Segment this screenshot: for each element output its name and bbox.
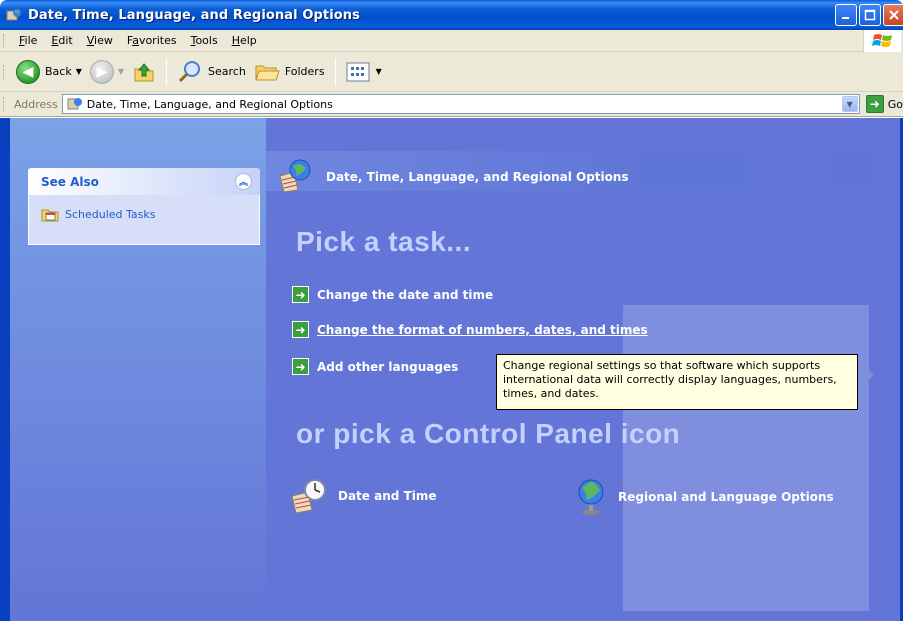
task-arrow-icon: ➜: [292, 321, 309, 338]
task-label: Change the date and time: [317, 287, 494, 302]
menu-file[interactable]: File: [12, 34, 44, 47]
control-panel-icon-regional[interactable]: Regional and Language Options: [574, 478, 834, 516]
address-dropdown-icon[interactable]: ▼: [841, 96, 858, 112]
views-icon: [346, 62, 370, 81]
forward-arrow-icon: ▶: [89, 59, 114, 84]
toolbar-grip[interactable]: [3, 97, 6, 111]
address-input[interactable]: Date, Time, Language, and Regional Optio…: [61, 94, 860, 114]
go-button[interactable]: ➜ Go: [865, 95, 903, 113]
see-also-title: See Also: [41, 174, 99, 189]
task-pane: See Also ︽ Scheduled Tasks: [10, 118, 266, 621]
minimize-button[interactable]: [835, 4, 857, 26]
task-arrow-icon: ➜: [292, 358, 309, 375]
or-pick-heading: or pick a Control Panel icon: [296, 418, 681, 449]
task-change-date-time[interactable]: ➜ Change the date and time: [292, 286, 493, 303]
maximize-button[interactable]: [859, 4, 881, 26]
go-label: Go: [887, 97, 903, 111]
see-also-panel: See Also ︽ Scheduled Tasks: [28, 168, 260, 245]
menu-help[interactable]: Help: [225, 34, 264, 47]
windows-logo-icon: [863, 30, 901, 52]
search-icon: [178, 60, 201, 82]
forward-dropdown-icon[interactable]: ▼: [118, 67, 124, 76]
title-bar[interactable]: Date, Time, Language, and Regional Optio…: [0, 0, 903, 30]
address-value: Date, Time, Language, and Regional Optio…: [86, 97, 333, 111]
back-label: Back: [45, 65, 72, 78]
folders-button[interactable]: Folders: [250, 55, 329, 89]
close-icon: [888, 10, 899, 20]
up-folder-icon: [134, 62, 154, 81]
date-time-icon: [291, 479, 326, 514]
content-area: See Also ︽ Scheduled Tasks Date, Time, L…: [0, 118, 903, 621]
window-border-left: [0, 118, 10, 621]
menu-tools[interactable]: Tools: [184, 34, 225, 47]
close-button[interactable]: [883, 4, 903, 26]
folders-icon: [255, 65, 280, 80]
see-also-link-label: Scheduled Tasks: [65, 207, 156, 221]
menu-view[interactable]: View: [80, 34, 120, 47]
task-label: Add other languages: [317, 359, 459, 374]
maximize-icon: [864, 9, 876, 21]
toolbar-grip[interactable]: [3, 64, 6, 79]
menu-favorites[interactable]: Favorites: [120, 34, 184, 47]
toolbar-grip[interactable]: [3, 33, 6, 48]
up-button[interactable]: [128, 55, 160, 89]
category-icon: [279, 159, 311, 193]
folders-label: Folders: [284, 65, 325, 78]
back-dropdown-icon[interactable]: ▼: [76, 67, 82, 76]
views-button[interactable]: ▼: [342, 55, 386, 89]
search-label: Search: [208, 65, 246, 78]
collapse-chevron-icon[interactable]: ︽: [235, 173, 252, 190]
globe-icon: [578, 479, 604, 515]
task-change-format[interactable]: ➜ Change the format of numbers, dates, a…: [292, 321, 648, 338]
menu-edit[interactable]: Edit: [44, 34, 79, 47]
address-label: Address: [13, 97, 58, 111]
menu-bar: File Edit View Favorites Tools Help: [0, 30, 903, 52]
back-arrow-icon: ◀: [16, 59, 40, 84]
pick-task-heading: Pick a task...: [296, 226, 472, 257]
control-panel-icon-label: Regional and Language Options: [618, 490, 834, 504]
task-arrow-icon: ➜: [292, 286, 309, 303]
window-title: Date, Time, Language, and Regional Optio…: [28, 7, 360, 23]
back-button[interactable]: ◀ Back ▼: [12, 55, 86, 89]
views-dropdown-icon[interactable]: ▼: [376, 67, 382, 76]
see-also-header[interactable]: See Also ︽: [28, 168, 260, 195]
window-icon: [6, 9, 21, 21]
see-also-link-scheduled-tasks[interactable]: Scheduled Tasks: [41, 205, 247, 223]
category-title: Date, Time, Language, and Regional Optio…: [326, 170, 629, 184]
forward-button[interactable]: ▶ ▼: [86, 55, 128, 89]
go-arrow-icon: ➜: [865, 95, 884, 113]
control-panel-icon-label: Date and Time: [338, 489, 437, 503]
tooltip: Change regional settings so that softwar…: [496, 354, 858, 410]
toolbar-separator: [166, 57, 168, 86]
toolbar-separator: [334, 57, 336, 86]
task-label: Change the format of numbers, dates, and…: [317, 322, 648, 337]
toolbar: ◀ Back ▼ ▶ ▼ Search Folders ▼: [0, 52, 903, 92]
task-add-languages[interactable]: ➜ Add other languages: [292, 358, 458, 375]
search-button[interactable]: Search: [173, 55, 250, 89]
see-also-body: Scheduled Tasks: [28, 195, 260, 245]
control-panel-page-icon: [67, 98, 82, 110]
minimize-icon: [842, 17, 849, 19]
control-panel-icon-date-time[interactable]: Date and Time: [290, 478, 436, 514]
scheduled-tasks-icon: [41, 209, 59, 222]
address-bar: Address Date, Time, Language, and Region…: [0, 92, 903, 117]
